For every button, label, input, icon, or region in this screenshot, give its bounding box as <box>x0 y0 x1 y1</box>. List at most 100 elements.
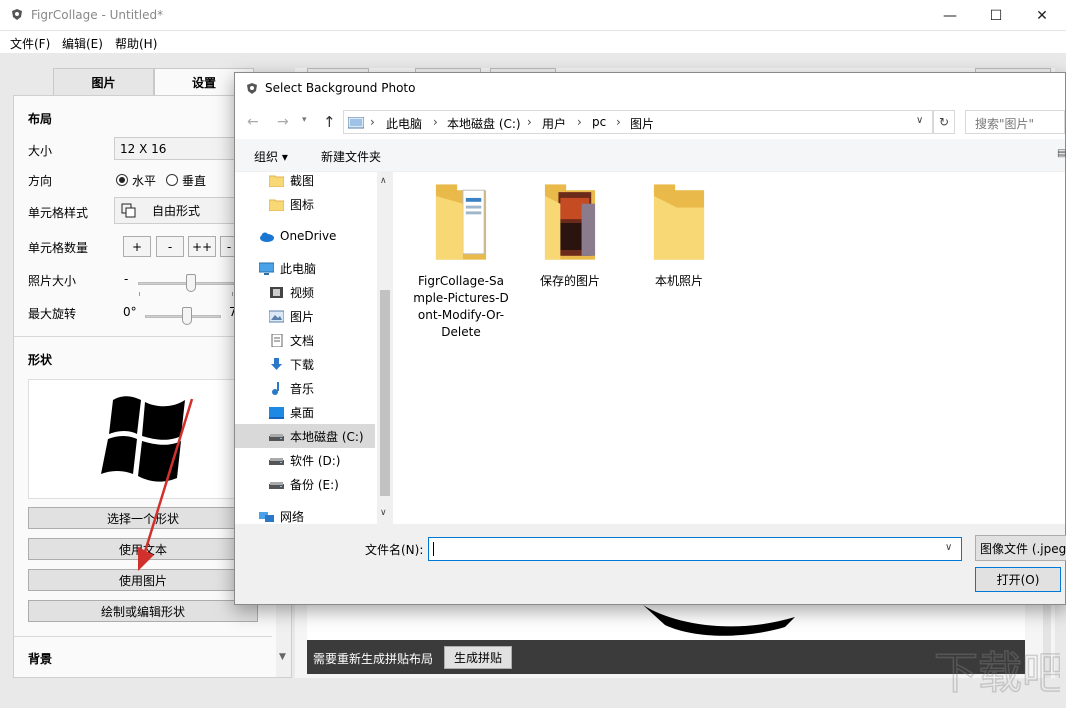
app-icon <box>10 8 24 22</box>
max-rotation-min-label: 0° <box>123 305 137 319</box>
background-heading: 背景 <box>28 650 52 667</box>
forward-arrow-icon[interactable]: → <box>277 114 289 130</box>
orientation-vertical-label: 垂直 <box>182 172 206 189</box>
tree-item-label: 视频 <box>290 284 314 301</box>
menu-edit[interactable]: 编辑(E) <box>62 35 103 52</box>
svg-text:下载吧: 下载吧 <box>934 648 1060 699</box>
tree-item-label: 图标 <box>290 196 314 213</box>
maximize-button[interactable]: ☐ <box>973 0 1019 31</box>
layout-heading: 布局 <box>28 110 52 127</box>
slider-tick <box>139 292 140 296</box>
cell-count-double-increase-button[interactable]: ++ <box>188 236 216 257</box>
address-dropdown-icon[interactable]: ∨ <box>916 115 923 126</box>
tree-item[interactable]: 截图 <box>235 168 375 192</box>
collage-shape-preview <box>635 605 805 639</box>
breadcrumb-pc[interactable]: pc <box>592 115 606 129</box>
tree-item-label: 截图 <box>290 172 314 189</box>
recent-locations-icon[interactable]: ▾ <box>302 115 307 125</box>
filename-input[interactable]: ∨ <box>428 537 962 561</box>
open-button[interactable]: 打开(O) <box>975 567 1061 592</box>
breadcrumb-users[interactable]: 用户 <box>542 115 566 132</box>
photo-size-min-label: - <box>124 272 128 286</box>
desktop-icon <box>269 406 284 419</box>
draw-edit-shape-button[interactable]: 绘制或编辑形状 <box>28 600 258 622</box>
refresh-icon[interactable]: ↻ <box>933 110 955 134</box>
minimize-button[interactable]: — <box>927 0 973 31</box>
tree-item-label: 音乐 <box>290 380 314 397</box>
orientation-horizontal-radio[interactable] <box>116 174 128 186</box>
filename-dropdown-icon[interactable]: ∨ <box>945 542 952 553</box>
tree-item[interactable]: 文档 <box>235 328 375 352</box>
orientation-vertical-radio[interactable] <box>166 174 178 186</box>
address-bar[interactable]: › 此电脑 › 本地磁盘 (C:) › 用户 › pc › 图片 ∨ <box>343 110 933 134</box>
cell-style-select[interactable]: 自由形式 <box>114 197 244 224</box>
tree-item[interactable]: 软件 (D:) <box>235 448 375 472</box>
watermark-logo: 下载吧 <box>930 640 1060 704</box>
tree-item[interactable]: OneDrive <box>235 224 375 248</box>
tree-item-label: 软件 (D:) <box>290 452 340 469</box>
tree-item[interactable]: 图标 <box>235 192 375 216</box>
new-folder-button[interactable]: 新建文件夹 <box>321 148 381 165</box>
scroll-up-arrow-icon[interactable]: ∧ <box>380 176 387 186</box>
slider-tick <box>232 292 233 296</box>
tree-item-label: 此电脑 <box>280 260 316 277</box>
tree-item[interactable]: 视频 <box>235 280 375 304</box>
tree-item[interactable]: 备份 (E:) <box>235 472 375 496</box>
filename-label: 文件名(N): <box>365 541 423 558</box>
scroll-down-arrow-icon[interactable]: ▼ <box>279 652 286 662</box>
back-arrow-icon[interactable]: ← <box>247 114 259 130</box>
scroll-down-arrow-icon[interactable]: ∨ <box>380 508 387 518</box>
tree-item[interactable]: 音乐 <box>235 376 375 400</box>
app-icon <box>245 82 259 96</box>
menu-help[interactable]: 帮助(H) <box>115 35 157 52</box>
organize-menu[interactable]: 组织 ▾ <box>254 148 288 165</box>
photo-size-label: 照片大小 <box>28 272 76 289</box>
view-options-icon[interactable]: ▤ <box>1057 148 1066 159</box>
up-arrow-icon[interactable]: ↑ <box>323 113 336 131</box>
computer-icon <box>259 262 274 275</box>
folder-icon <box>543 184 597 262</box>
cell-count-increase-button[interactable]: + <box>123 236 151 257</box>
folder-name: FigrCollage-Sample-Pictures-Dont-Modify-… <box>411 273 511 341</box>
tree-item-label: 桌面 <box>290 404 314 421</box>
tree-item[interactable]: 本地磁盘 (C:) <box>235 424 375 448</box>
folder-item[interactable]: 本机照片 <box>629 184 729 290</box>
max-rotation-slider-thumb[interactable] <box>182 307 192 325</box>
network-icon <box>259 510 274 523</box>
tree-scrollbar[interactable]: ∧ ∨ <box>377 172 393 524</box>
folder-item[interactable]: 保存的图片 <box>520 184 620 290</box>
orientation-label: 方向 <box>28 172 52 189</box>
breadcrumb-pictures[interactable]: 图片 <box>630 115 654 132</box>
close-button[interactable]: ✕ <box>1019 0 1065 31</box>
cell-style-label: 单元格样式 <box>28 204 88 221</box>
tree-item[interactable]: 图片 <box>235 304 375 328</box>
size-select[interactable]: 12 X 16 <box>114 137 244 160</box>
generate-collage-button[interactable]: 生成拼贴 <box>444 646 512 669</box>
cell-count-decrease-button[interactable]: - <box>156 236 184 257</box>
folder-icon <box>434 184 488 262</box>
folder-item[interactable]: FigrCollage-Sample-Pictures-Dont-Modify-… <box>411 184 511 341</box>
tree-scrollbar-thumb[interactable] <box>380 290 390 496</box>
tree-item[interactable]: 下载 <box>235 352 375 376</box>
max-rotation-label: 最大旋转 <box>28 305 76 322</box>
tree-item-label: 网络 <box>280 508 304 525</box>
folder-icon <box>269 198 284 211</box>
music-icon <box>269 382 284 395</box>
breadcrumb-this-pc[interactable]: 此电脑 <box>386 115 422 132</box>
pc-location-icon <box>348 117 364 129</box>
drive-icon <box>269 454 284 467</box>
tab-pictures[interactable]: 图片 <box>53 68 154 96</box>
cell-count-label: 单元格数量 <box>28 239 88 256</box>
file-list: FigrCollage-Sample-Pictures-Dont-Modify-… <box>393 172 1065 524</box>
breadcrumb-drive-c[interactable]: 本地磁盘 (C:) <box>447 115 521 132</box>
drive-icon <box>269 430 284 443</box>
tree-item[interactable]: 此电脑 <box>235 256 375 280</box>
tree-item[interactable]: 桌面 <box>235 400 375 424</box>
folder-name: 保存的图片 <box>520 273 620 290</box>
search-input[interactable]: 搜索"图片" <box>965 110 1065 134</box>
status-message: 需要重新生成拼贴布局 <box>313 650 433 667</box>
photo-size-slider-thumb[interactable] <box>186 274 196 292</box>
file-type-filter[interactable]: 图像文件 (.jpeg, <box>975 535 1066 561</box>
folder-name-line: 保存的图片 <box>520 273 620 290</box>
menu-file[interactable]: 文件(F) <box>10 35 50 52</box>
